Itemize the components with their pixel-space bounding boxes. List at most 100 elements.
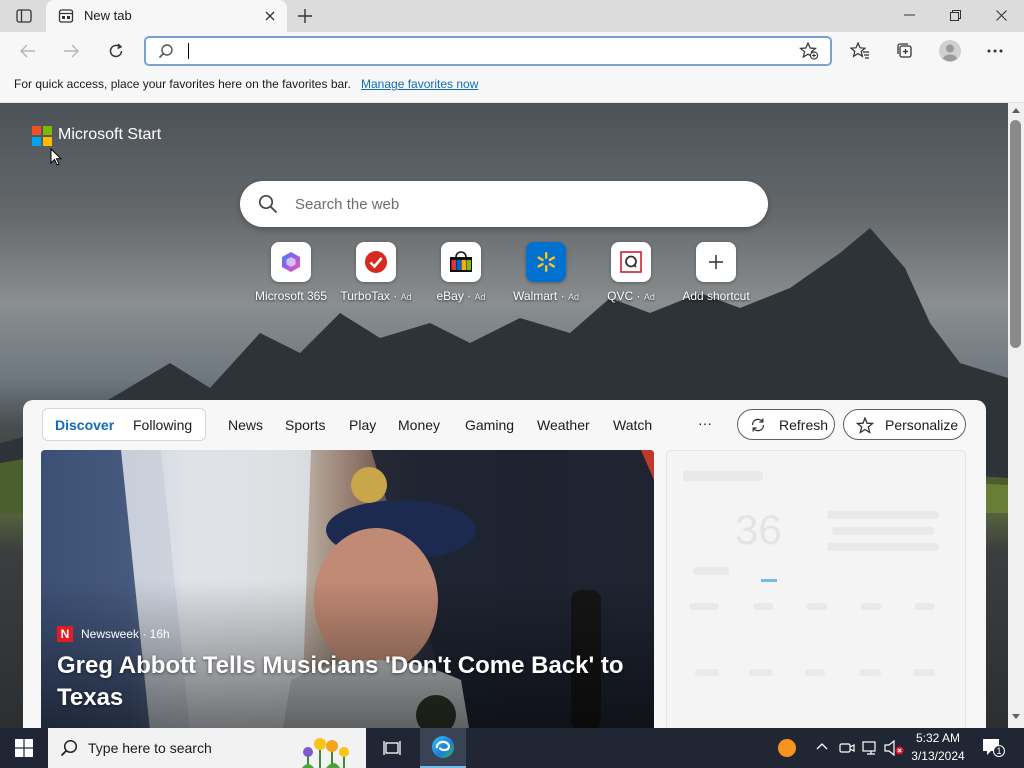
tab-discover[interactable]: Discover (55, 417, 114, 433)
minimize-button[interactable] (886, 0, 932, 30)
search-icon (258, 194, 278, 217)
quick-link-qvc[interactable]: QVC · Ad (588, 242, 674, 306)
refresh-label: Refresh (779, 417, 829, 433)
tab-sports[interactable]: Sports (285, 417, 325, 433)
task-view-button[interactable] (372, 728, 412, 768)
quick-link-ebay[interactable]: eBay · Ad (418, 242, 504, 306)
tab-close-button[interactable] (262, 8, 278, 24)
collections-icon (897, 43, 912, 58)
chevron-up-icon[interactable] (816, 742, 828, 750)
tab-actions-button[interactable] (10, 6, 38, 26)
network-icon[interactable] (862, 740, 880, 756)
manage-favorites-link[interactable]: Manage favorites now (361, 77, 478, 91)
clock-time[interactable]: 5:32 AM (905, 731, 971, 745)
tab-title: New tab (84, 8, 132, 23)
weather-card[interactable]: 36 (666, 450, 966, 728)
weather-day-placeholder (689, 603, 719, 610)
add-favorite-button[interactable] (798, 41, 820, 61)
task-view-icon (383, 741, 401, 755)
personalize-label: Personalize (885, 417, 959, 433)
minimize-icon (903, 14, 915, 16)
qvc-icon (611, 242, 651, 282)
collections-button[interactable] (890, 37, 920, 65)
tab-gaming[interactable]: Gaming (465, 417, 514, 433)
personalize-button[interactable]: Personalize (843, 409, 966, 440)
brand-title: Microsoft Start (58, 126, 162, 143)
quick-link-label: eBay · Ad (436, 289, 486, 303)
tab-play[interactable]: Play (349, 417, 376, 433)
quick-link-walmart[interactable]: Walmart · Ad (503, 242, 589, 306)
clock-date[interactable]: 3/13/2024 (905, 749, 971, 763)
hero-headline[interactable]: Greg Abbott Tells Musicians 'Don't Come … (57, 650, 637, 714)
favorites-bar-message: For quick access, place your favorites h… (14, 77, 351, 91)
hero-source: Newsweek · 16h (81, 627, 170, 641)
weather-temperature: 36 (735, 506, 782, 553)
add-shortcut-button[interactable]: Add shortcut (673, 242, 759, 306)
notification-count-badge: 1 (993, 745, 1005, 757)
tab-strip: New tab (0, 0, 1024, 32)
restore-icon (949, 9, 961, 21)
refresh-icon (109, 43, 123, 58)
microsoft-logo-icon (32, 126, 52, 146)
scrollbar-thumb[interactable] (1010, 120, 1021, 348)
web-search-input[interactable] (295, 194, 735, 214)
search-icon (60, 739, 78, 760)
edge-taskbar-button[interactable] (420, 728, 466, 768)
favorites-star-icon (850, 42, 869, 59)
hero-news-card[interactable]: N Newsweek · 16h Greg Abbott Tells Music… (41, 450, 654, 728)
quick-link-turbotax[interactable]: TurboTax · Ad (333, 242, 419, 306)
scroll-down-arrow-icon[interactable] (1011, 713, 1021, 721)
tab-new-tab[interactable]: New tab (46, 0, 287, 32)
address-input[interactable] (186, 41, 786, 61)
taskbar-search-placeholder: Type here to search (88, 740, 212, 756)
feed-refresh-button[interactable]: Refresh (737, 409, 835, 440)
tab-following[interactable]: Following (133, 417, 192, 433)
settings-more-button[interactable] (980, 37, 1010, 65)
taskbar-search-box[interactable]: Type here to search (48, 728, 366, 768)
newsweek-logo-icon: N (57, 626, 73, 642)
close-window-button[interactable] (978, 0, 1024, 30)
more-dots-icon (987, 49, 1003, 53)
walmart-icon (526, 242, 566, 282)
weather-sun-icon[interactable] (777, 738, 797, 758)
flowers-illustration-icon (302, 738, 349, 768)
scroll-up-arrow-icon[interactable] (1011, 106, 1021, 114)
start-button[interactable] (0, 728, 48, 768)
refresh-page-button[interactable] (101, 37, 131, 65)
notifications-button[interactable]: 1 (982, 738, 1005, 758)
tab-news[interactable]: News (228, 417, 263, 433)
weather-location-placeholder (683, 471, 763, 481)
web-search-box[interactable] (240, 181, 768, 227)
plus-icon (298, 9, 312, 23)
avatar (939, 40, 961, 62)
address-bar[interactable] (144, 36, 832, 66)
weather-day-placeholder (915, 603, 935, 610)
windows-logo-icon (15, 739, 33, 757)
volume-muted-icon[interactable] (884, 740, 904, 756)
ebay-icon (441, 242, 481, 282)
quick-link-label: TurboTax · Ad (340, 289, 412, 303)
star-add-icon (799, 42, 819, 60)
forward-button[interactable] (56, 37, 86, 65)
profile-button[interactable] (935, 37, 965, 65)
weather-hour-placeholder (749, 669, 773, 676)
tab-actions-icon (16, 9, 32, 23)
quick-link-label: QVC · Ad (607, 289, 655, 303)
meet-now-icon[interactable] (839, 740, 855, 756)
more-tabs-button[interactable]: ··· (698, 415, 712, 431)
favorites-button[interactable] (845, 37, 875, 65)
quick-link-microsoft-365[interactable]: Microsoft 365 (248, 242, 334, 306)
quick-link-label: Walmart · Ad (513, 289, 579, 303)
quick-link-label: Add shortcut (682, 289, 750, 303)
weather-day-placeholder (753, 603, 773, 610)
new-tab-button[interactable] (292, 5, 318, 27)
tab-money[interactable]: Money (398, 417, 440, 433)
back-button[interactable] (13, 37, 43, 65)
restore-button[interactable] (932, 0, 978, 30)
sparkle-star-icon (856, 417, 874, 434)
favorites-bar: For quick access, place your favorites h… (0, 70, 1024, 103)
close-icon (995, 9, 1007, 21)
weather-tab-indicator (761, 579, 777, 582)
tab-weather[interactable]: Weather (537, 417, 590, 433)
tab-watch[interactable]: Watch (613, 417, 652, 433)
